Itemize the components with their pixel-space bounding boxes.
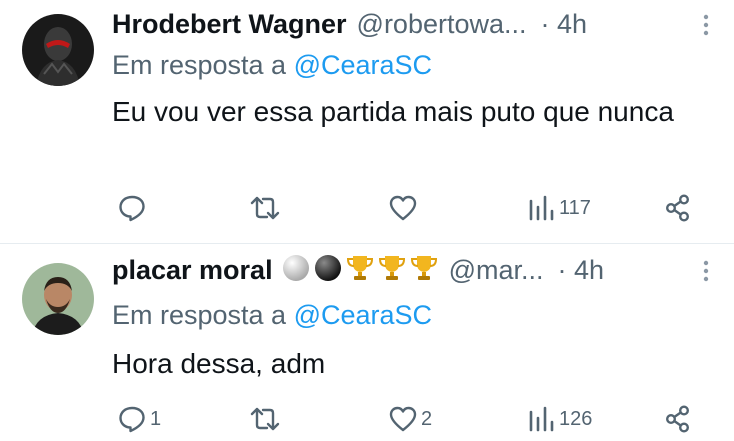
share-icon: [664, 404, 692, 434]
reply-context: Em resposta a @CearaSC: [112, 50, 432, 81]
retweet-icon: [248, 404, 282, 434]
timestamp[interactable]: · 4h: [558, 255, 605, 286]
tweet-text: Eu vou ver essa partida mais puto que nu…: [112, 96, 674, 127]
more-options-icon[interactable]: [696, 12, 716, 38]
more-options-icon[interactable]: [696, 258, 716, 284]
views-button[interactable]: 117: [528, 190, 591, 226]
reply-mention-link[interactable]: @CearaSC: [294, 50, 432, 80]
tweet-text: Hora dessa, adm: [112, 348, 326, 379]
views-count: 126: [559, 407, 593, 430]
reply-mention-link[interactable]: @CearaSC: [294, 300, 432, 330]
trophy-emoji: [377, 253, 407, 288]
like-count: 2: [421, 407, 433, 430]
reply-button[interactable]: 1: [117, 401, 161, 437]
reply-icon: [117, 404, 147, 434]
views-icon: [528, 193, 556, 223]
name-emojis: [281, 253, 439, 288]
heart-icon: [388, 404, 418, 434]
avatar[interactable]: [22, 14, 94, 86]
views-count: 117: [559, 196, 591, 219]
views-button[interactable]: 126: [528, 401, 592, 437]
tweet-1[interactable]: Hrodebert Wagner @robertowa... · 4h Em r…: [0, 0, 734, 244]
avatar[interactable]: [22, 263, 94, 335]
reply-context: Em resposta a @CearaSC: [112, 300, 432, 331]
trophy-emoji: [409, 253, 439, 288]
reply-icon: [117, 193, 147, 223]
action-bar: 117: [0, 190, 734, 226]
display-name[interactable]: Hrodebert Wagner: [112, 9, 347, 40]
reply-prefix: Em resposta a: [112, 50, 294, 80]
user-handle[interactable]: @mar...: [449, 255, 544, 286]
timestamp[interactable]: · 4h: [541, 9, 588, 40]
action-bar: 1 2 126: [0, 401, 734, 437]
reply-button[interactable]: [117, 190, 150, 226]
share-icon: [664, 193, 692, 223]
views-icon: [528, 404, 556, 434]
like-button[interactable]: 2: [388, 401, 432, 437]
tweet-2[interactable]: placar moral @mar... · 4h Em resposta a: [0, 244, 734, 441]
retweet-button[interactable]: [248, 401, 285, 437]
black-ball-emoji: [313, 253, 343, 288]
reply-prefix: Em resposta a: [112, 300, 294, 330]
heart-icon: [388, 193, 418, 223]
display-name[interactable]: placar moral: [112, 255, 273, 286]
trophy-emoji: [345, 253, 375, 288]
white-ball-emoji: [281, 253, 311, 288]
share-button[interactable]: [664, 190, 692, 226]
reply-count: 1: [150, 407, 162, 430]
share-button[interactable]: [664, 401, 692, 437]
retweet-button[interactable]: [248, 190, 285, 226]
user-handle[interactable]: @robertowa...: [357, 9, 527, 40]
retweet-icon: [248, 193, 282, 223]
like-button[interactable]: [388, 190, 421, 226]
